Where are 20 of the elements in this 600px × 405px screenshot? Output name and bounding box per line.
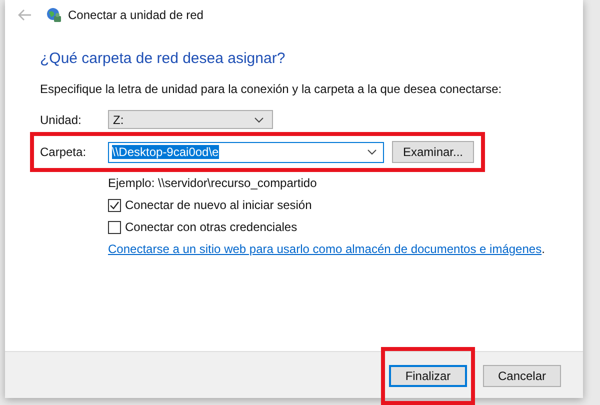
example-text: Ejemplo: \\servidor\recurso_compartido	[108, 176, 318, 190]
checkbox-label[interactable]: Conectar de nuevo al iniciar sesión	[125, 198, 312, 212]
cancel-button[interactable]: Cancelar	[483, 365, 561, 387]
checkbox-label[interactable]: Conectar con otras credenciales	[125, 220, 298, 234]
drive-dropdown[interactable]: Z:	[108, 110, 273, 129]
network-drive-icon	[46, 7, 62, 23]
period-text: .	[542, 242, 545, 256]
folder-combobox[interactable]: \\Desktop-9cai0od\e	[108, 142, 384, 162]
finish-button[interactable]: Finalizar	[389, 365, 467, 387]
chevron-down-icon	[254, 116, 264, 122]
drive-label: Unidad:	[40, 112, 82, 126]
folder-label: Carpeta:	[40, 145, 88, 159]
checkbox[interactable]	[108, 220, 121, 234]
window-title: Conectar a unidad de red	[68, 8, 204, 22]
web-link[interactable]: Conectarse a un sitio web para usarlo como almacén de documentos e imágenes	[108, 242, 542, 256]
checkbox[interactable]	[108, 198, 121, 212]
instruction-text: Especifique la letra de unidad para la conexión y la carpeta a la que desea conectarse:	[40, 82, 503, 96]
dialog-heading: ¿Qué carpeta de red desea asignar?	[40, 50, 286, 67]
chevron-down-icon	[367, 149, 377, 155]
browse-button[interactable]: Examinar...	[392, 141, 474, 163]
